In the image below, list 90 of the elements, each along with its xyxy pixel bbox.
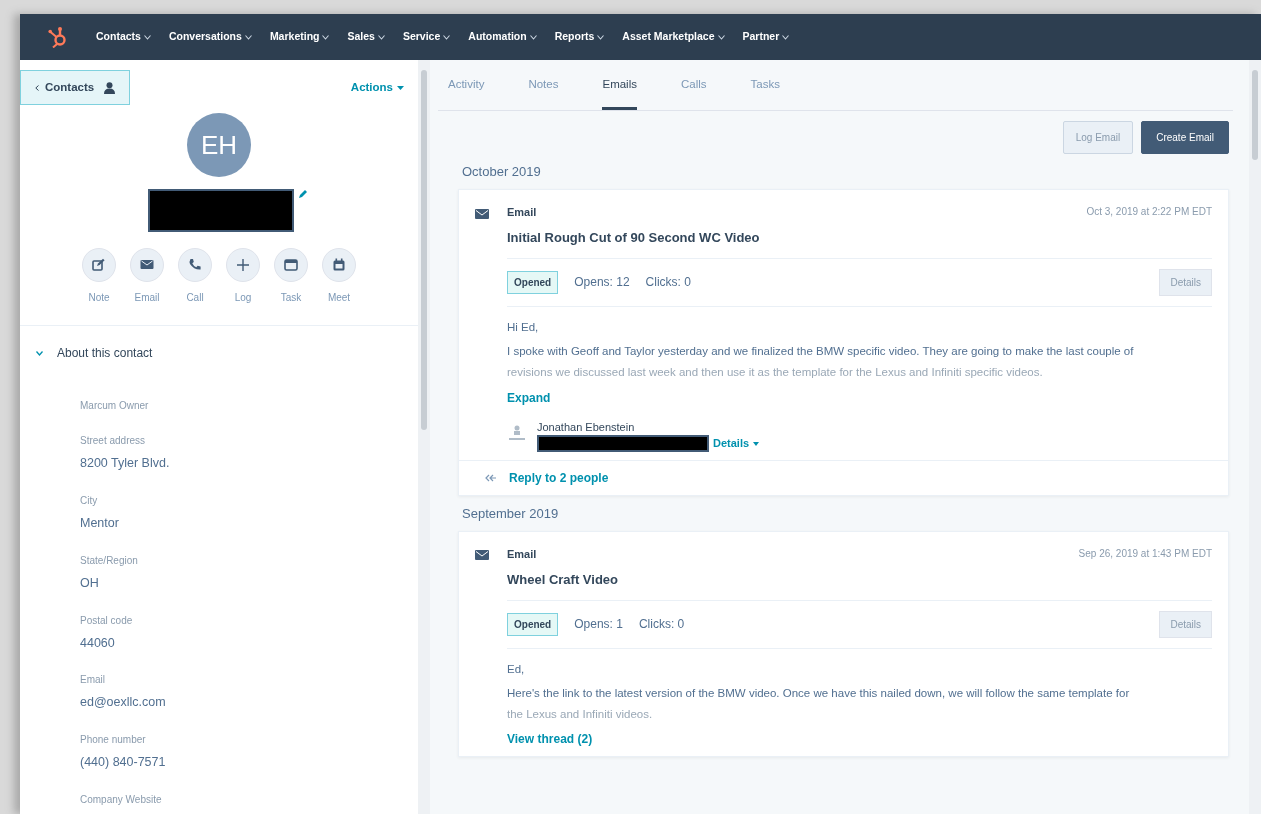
email-greeting: Ed, (507, 661, 526, 677)
action-label: Call (186, 291, 204, 306)
sender-name: Jonathan Ebenstein (537, 419, 636, 435)
chevron-down-icon (244, 34, 252, 40)
month-heading: September 2019 (461, 505, 560, 523)
nav-menu-item[interactable]: Marketing (269, 29, 330, 45)
email-subject: Wheel Craft Video (507, 571, 619, 589)
chevron-down-icon (143, 34, 151, 40)
property-label: Phone number (80, 733, 147, 747)
email-body-line: Here's the link to the latest version of the BMW video. Once we have this nailed down, we will follow the same template for (507, 685, 1131, 701)
property-label: Company Website (80, 792, 163, 807)
chevron-down-icon (597, 34, 605, 40)
property-value: 44060 (80, 634, 116, 652)
chevron-left-icon (35, 84, 39, 91)
timestamp: Oct 3, 2019 at 2:22 PM EDT (1086, 204, 1212, 219)
email-body-line: I spoke with Geoff and Taylor yesterday and we finalized the BMW specific video. They are going to make the last couple of (507, 344, 1135, 359)
property-label: Marcum Owner (80, 399, 150, 414)
create-email-button[interactable]: Create Email (1141, 121, 1229, 155)
caret-icon (753, 441, 760, 446)
calendar-icon (332, 258, 346, 273)
note-action-button[interactable] (82, 248, 116, 283)
email-subject: Initial Rough Cut of 90 Second WC Video (507, 229, 761, 248)
property-label: Email (80, 673, 106, 688)
phone-icon (188, 258, 202, 273)
actions-menu[interactable]: Actions (350, 79, 404, 97)
chevron-down-icon (782, 34, 790, 40)
meet-action-button[interactable] (322, 248, 356, 283)
call-action-button[interactable] (178, 248, 212, 283)
property-label: State/Region (80, 553, 139, 568)
month-heading: October 2019 (461, 163, 542, 182)
clicks-count: Clicks: 0 (645, 274, 691, 292)
status-tag: Opened (507, 270, 559, 294)
action-label: Email (134, 291, 160, 306)
activity-type: Email (507, 204, 537, 220)
window-icon (284, 258, 298, 273)
property-value: ed@oexllc.com (80, 694, 167, 712)
property-value: OH (80, 574, 100, 592)
back-to-contacts-button[interactable]: Contacts (20, 70, 131, 106)
caret-icon (397, 85, 404, 90)
property-label: Street address (80, 434, 147, 449)
task-action-button[interactable] (274, 248, 308, 283)
expand-link[interactable]: Expand (507, 388, 551, 407)
chevron-down-icon (443, 34, 451, 40)
plus-icon (236, 258, 250, 273)
reply-all-icon (485, 474, 497, 482)
email-action-button[interactable] (130, 248, 164, 283)
property-value: Mentor (80, 515, 120, 532)
opens-count: Opens: 12 (574, 274, 630, 292)
nav-menu-item[interactable]: Asset Marketplace (622, 29, 725, 45)
envelope-icon (475, 550, 489, 561)
note-icon (92, 258, 106, 273)
nav-menu-item[interactable]: Partner (742, 29, 790, 45)
opens-count: Opens: 1 (574, 616, 623, 633)
log-activity-button[interactable] (226, 248, 260, 283)
email-body-line: the Lexus and Infiniti videos. (507, 707, 654, 722)
nav-menu-item[interactable]: Conversations (168, 29, 252, 45)
nav-menu-item[interactable]: Automation (468, 29, 537, 45)
email-body-line: revisions we discussed last week and then use it as the template for the Lexus and Infiniti specific videos. (507, 365, 1044, 381)
expand-link[interactable]: View thread (2) (507, 730, 593, 749)
chevron-down-icon (529, 34, 537, 40)
section-toggle[interactable]: About this contact (20, 326, 153, 363)
person-icon (104, 81, 116, 94)
envelope-icon (475, 208, 489, 219)
logo-icon (48, 26, 68, 48)
nav-menu-item[interactable]: Service (402, 29, 451, 45)
sender-details-link[interactable]: Details (713, 435, 760, 452)
chevron-down-icon (322, 34, 330, 40)
pencil-icon (298, 189, 308, 200)
activity-type: Email (507, 546, 537, 562)
action-label: Log (234, 291, 252, 306)
chevron-down-icon (377, 34, 385, 40)
property-label: Postal code (80, 613, 134, 628)
status-tag: Opened (507, 612, 559, 636)
nav-menu-item[interactable]: Sales (347, 29, 385, 45)
action-label: Note (88, 291, 110, 306)
email-greeting: Hi Ed, (507, 319, 540, 335)
nav-menu-item[interactable]: Reports (554, 29, 605, 45)
tab[interactable]: Emails (602, 60, 637, 111)
reply-link[interactable]: Reply to 2 people (509, 469, 609, 487)
nav-menu-item[interactable]: Contacts (96, 29, 151, 45)
avatar: EH (187, 113, 251, 178)
chevron-down-icon (36, 350, 43, 356)
property-value: 8200 Tyler Blvd. (80, 455, 171, 473)
chevron-down-icon (717, 34, 725, 40)
property-label: City (80, 494, 99, 508)
action-label: Meet (327, 291, 351, 306)
timestamp: Sep 26, 2019 at 1:43 PM EDT (1078, 546, 1212, 561)
clicks-count: Clicks: 0 (638, 616, 685, 633)
property-value: (440) 840-7571 (80, 754, 167, 771)
action-label: Task (280, 291, 302, 306)
